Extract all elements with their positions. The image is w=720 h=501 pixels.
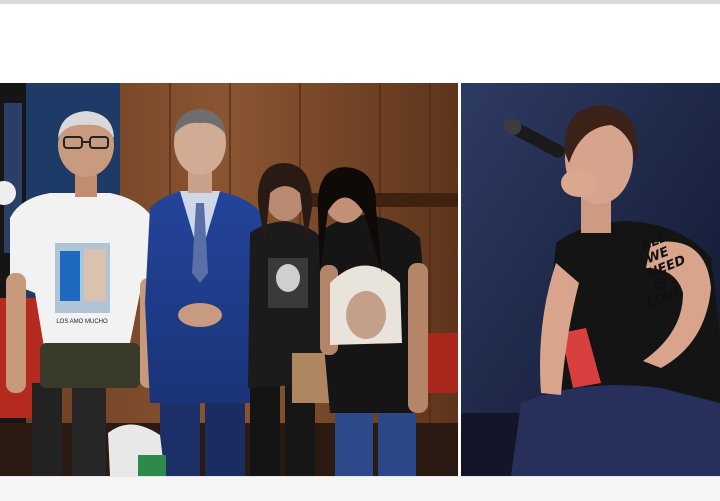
group-photo-illustration: LOS AMO MUCHO xyxy=(0,83,458,476)
group-photo: LOS AMO MUCHO xyxy=(0,83,458,476)
jeans xyxy=(335,403,373,476)
performer-photo: ALL WE NEED IS LOVE xyxy=(461,83,720,476)
jeans xyxy=(511,385,720,476)
bottom-strip xyxy=(0,476,720,501)
performer-photo-illustration: ALL WE NEED IS LOVE xyxy=(461,83,720,476)
top-border xyxy=(0,0,720,4)
shirt-portrait-face xyxy=(346,291,386,339)
photo-collage: LOS AMO MUCHO ALL WE NEED IS LOVE xyxy=(0,83,720,476)
hand xyxy=(561,169,597,197)
shirt-print-caption: LOS AMO MUCHO xyxy=(56,319,108,325)
clasped-hands xyxy=(178,303,222,327)
waist-bag xyxy=(40,343,140,388)
